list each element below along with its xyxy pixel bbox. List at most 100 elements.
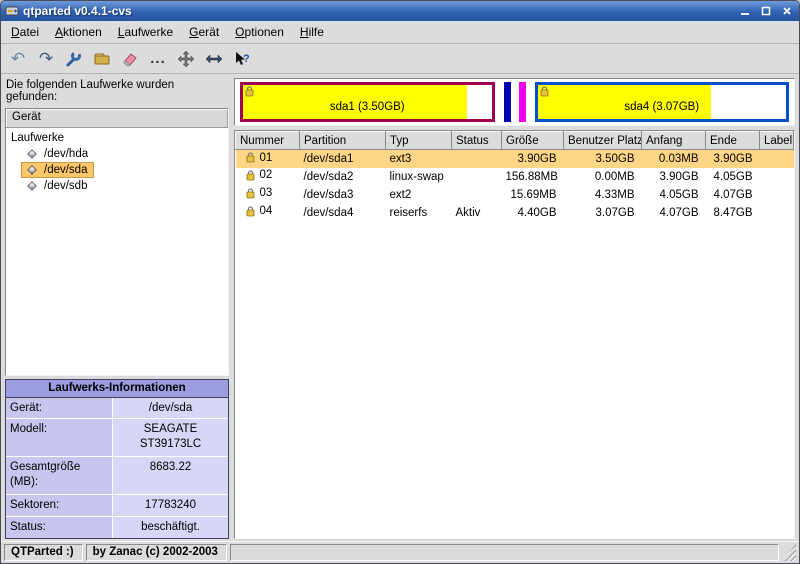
cell-nummer: 02	[260, 169, 273, 181]
cell-label[interactable]	[760, 186, 794, 204]
cell-benutzer-platz[interactable]: 4.33MB	[564, 186, 642, 204]
menu-item-aktionen[interactable]: Aktionen	[47, 22, 110, 42]
cell-groesse[interactable]: 3.90GB	[502, 150, 564, 168]
partition-map: sda1 (3.50GB) sda4 (3.07GB)	[234, 78, 795, 126]
cell-typ[interactable]: reiserfs	[386, 204, 452, 222]
cell-partition[interactable]: /dev/sda3	[300, 186, 386, 204]
menubar: Datei Aktionen Laufwerke Gerät Optionen …	[1, 21, 799, 44]
cell-groesse[interactable]: 156.88MB	[502, 168, 564, 186]
menu-item-datei[interactable]: Datei	[3, 22, 47, 42]
device-tree: Gerät Laufwerke /dev/hda /dev/sda /dev/s…	[5, 108, 229, 376]
drive-icon	[27, 181, 37, 191]
redo-button[interactable]: ↷	[33, 46, 59, 72]
titlebar[interactable]: qtparted v0.4.1-cvs	[1, 1, 799, 21]
maximize-button[interactable]	[757, 4, 774, 19]
device-label: /dev/hda	[44, 148, 88, 160]
cell-label[interactable]	[760, 168, 794, 186]
lock-icon	[246, 170, 255, 181]
cell-benutzer-platz[interactable]: 0.00MB	[564, 168, 642, 186]
tree-root-laufwerke[interactable]: Laufwerke	[8, 131, 226, 145]
column-header-ende[interactable]: Ende	[706, 132, 760, 150]
cell-benutzer-platz[interactable]: 3.50GB	[564, 150, 642, 168]
redo-icon: ↷	[39, 50, 53, 67]
cell-status[interactable]	[452, 186, 502, 204]
table-row[interactable]: 01 /dev/sda1 ext3 3.90GB 3.50GB 0.03MB 3…	[236, 150, 794, 168]
cell-label[interactable]	[760, 150, 794, 168]
column-header-label[interactable]: Label	[760, 132, 794, 150]
cell-status[interactable]	[452, 168, 502, 186]
partition-bar-sda4[interactable]: sda4 (3.07GB)	[535, 82, 790, 122]
menu-item-optionen[interactable]: Optionen	[227, 22, 292, 42]
whats-this-button[interactable]: ?	[229, 46, 255, 72]
cell-groesse[interactable]: 15.69MB	[502, 186, 564, 204]
cell-anfang[interactable]: 0.03MB	[642, 150, 706, 168]
cell-ende[interactable]: 4.07GB	[706, 186, 760, 204]
right-panel: sda1 (3.50GB) sda4 (3.07GB)	[234, 78, 795, 539]
partition-bar-sda1[interactable]: sda1 (3.50GB)	[240, 82, 495, 122]
left-panel: Die folgenden Laufwerke wurden gefunden:…	[5, 78, 229, 539]
column-header-benutzer-platz[interactable]: Benutzer Platz	[564, 132, 642, 150]
cell-anfang[interactable]: 4.07GB	[642, 204, 706, 222]
cell-status[interactable]: Aktiv	[452, 204, 502, 222]
app-icon[interactable]	[5, 4, 19, 18]
tree-column-header[interactable]: Gerät	[6, 109, 228, 128]
device-label: /dev/sdb	[44, 180, 87, 192]
column-header-anfang[interactable]: Anfang	[642, 132, 706, 150]
column-header-nummer[interactable]: Nummer	[236, 132, 300, 150]
cell-label[interactable]	[760, 204, 794, 222]
cell-typ[interactable]: linux-swap	[386, 168, 452, 186]
tree-body: Laufwerke /dev/hda /dev/sda /dev/sdb	[6, 128, 228, 375]
column-header-typ[interactable]: Typ	[386, 132, 452, 150]
column-header-partition[interactable]: Partition	[300, 132, 386, 150]
resize-grip[interactable]	[782, 544, 796, 561]
cell-typ[interactable]: ext3	[386, 150, 452, 168]
cell-partition[interactable]: /dev/sda2	[300, 168, 386, 186]
toolbar: ↶ ↷ ... ?	[1, 44, 799, 74]
move-button[interactable]	[173, 46, 199, 72]
delete-button[interactable]	[117, 46, 143, 72]
table-row[interactable]: 02 /dev/sda2 linux-swap 156.88MB 0.00MB …	[236, 168, 794, 186]
options-button[interactable]: ...	[145, 46, 171, 72]
table-row[interactable]: 04 /dev/sda4 reiserfs Aktiv 4.40GB 3.07G…	[236, 204, 794, 222]
resize-button[interactable]	[201, 46, 227, 72]
close-button[interactable]	[778, 4, 795, 19]
drive-icon	[27, 165, 37, 175]
lock-icon	[246, 206, 255, 217]
lock-icon	[246, 152, 255, 163]
cell-partition[interactable]: /dev/sda1	[300, 150, 386, 168]
move-icon	[177, 50, 195, 68]
info-value: 8683.22	[113, 457, 228, 494]
minimize-button[interactable]	[736, 4, 753, 19]
device-item-hda[interactable]: /dev/hda	[22, 147, 94, 161]
cell-groesse[interactable]: 4.40GB	[502, 204, 564, 222]
cell-nummer: 04	[260, 205, 273, 217]
cell-anfang[interactable]: 3.90GB	[642, 168, 706, 186]
table-row[interactable]: 03 /dev/sda3 ext2 15.69MB 4.33MB 4.05GB …	[236, 186, 794, 204]
cell-ende[interactable]: 8.47GB	[706, 204, 760, 222]
column-header-groesse[interactable]: Größe	[502, 132, 564, 150]
cell-typ[interactable]: ext2	[386, 186, 452, 204]
device-item-sdb[interactable]: /dev/sdb	[22, 179, 93, 193]
cell-partition[interactable]: /dev/sda4	[300, 204, 386, 222]
device-button[interactable]	[89, 46, 115, 72]
menu-item-hilfe[interactable]: Hilfe	[292, 22, 332, 42]
menu-item-geraet[interactable]: Gerät	[181, 22, 227, 42]
info-panel-title: Laufwerks-Informationen	[6, 380, 228, 398]
undo-button[interactable]: ↶	[5, 46, 31, 72]
window-title: qtparted v0.4.1-cvs	[23, 4, 732, 18]
cell-ende[interactable]: 3.90GB	[706, 150, 760, 168]
cell-anfang[interactable]: 4.05GB	[642, 186, 706, 204]
menu-item-laufwerke[interactable]: Laufwerke	[110, 22, 181, 42]
partition-bar-sda3[interactable]	[519, 82, 526, 122]
device-item-sda[interactable]: /dev/sda	[22, 163, 93, 177]
info-value: beschäftigt.	[113, 517, 228, 538]
cell-benutzer-platz[interactable]: 3.07GB	[564, 204, 642, 222]
main-area: Die folgenden Laufwerke wurden gefunden:…	[1, 74, 799, 541]
info-value: SEAGATE ST39173LC	[113, 419, 228, 456]
properties-button[interactable]	[61, 46, 87, 72]
partition-bar-sda2[interactable]	[504, 82, 511, 122]
partition-table: Nummer Partition Typ Status Größe Benutz…	[234, 130, 795, 539]
cell-status[interactable]	[452, 150, 502, 168]
cell-ende[interactable]: 4.05GB	[706, 168, 760, 186]
column-header-status[interactable]: Status	[452, 132, 502, 150]
